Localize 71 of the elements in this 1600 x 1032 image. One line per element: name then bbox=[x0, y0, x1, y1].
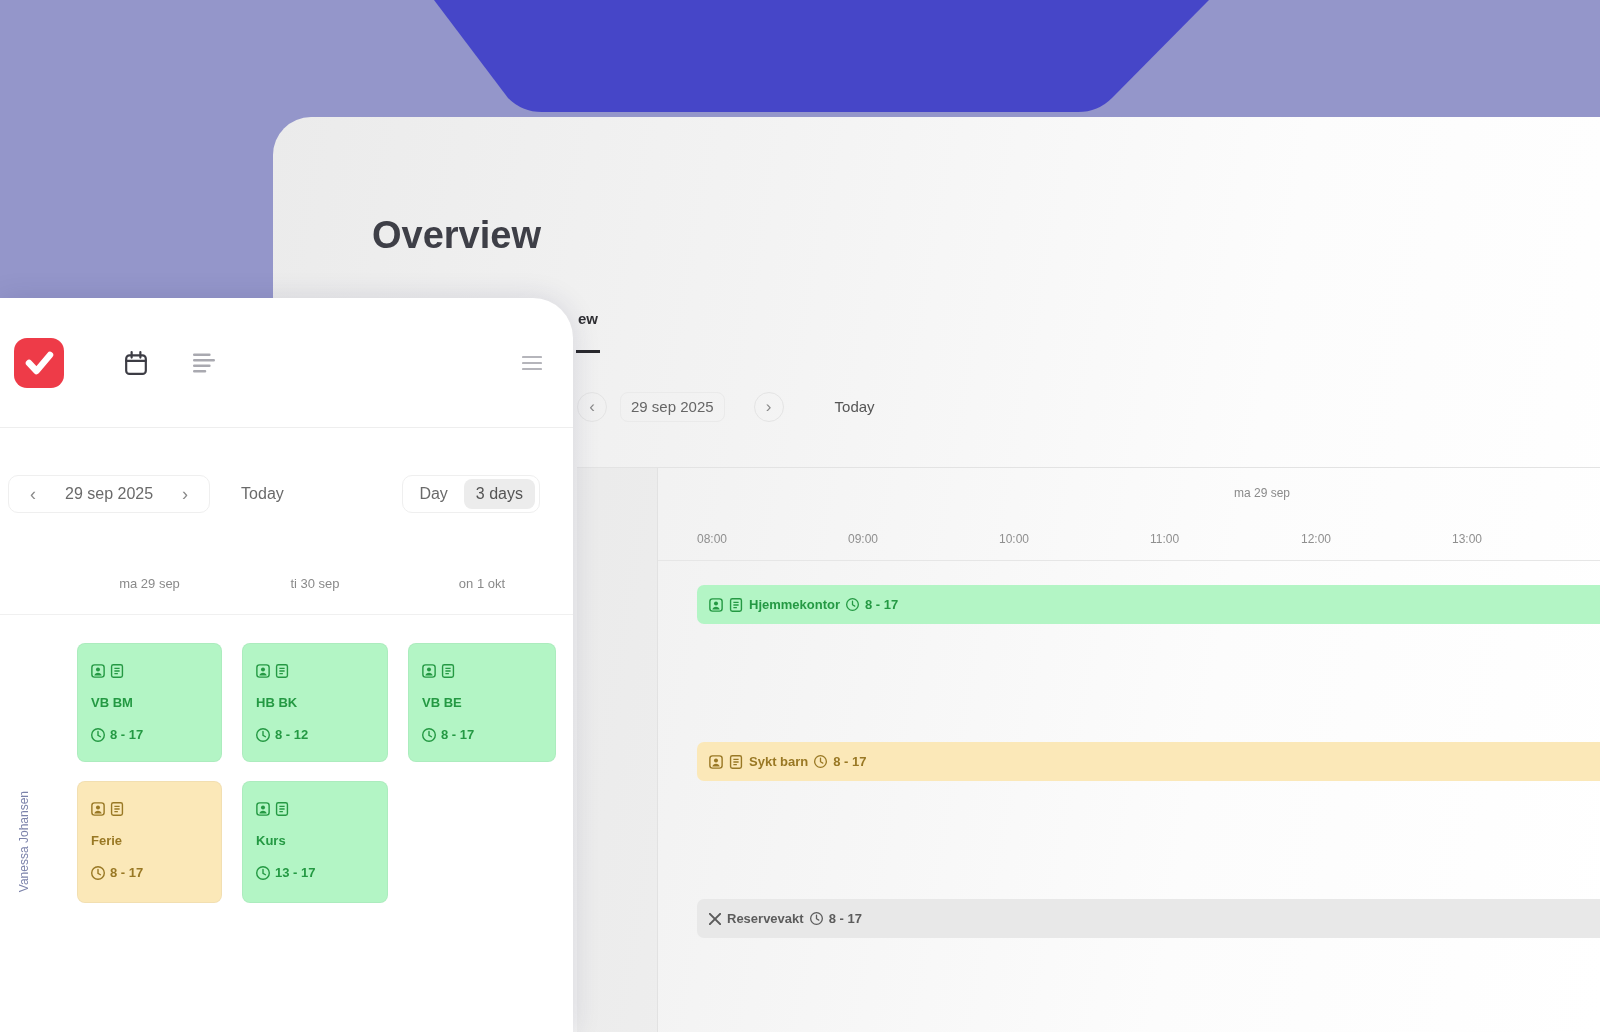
shift-card[interactable]: Kurs 13 - 17 bbox=[242, 781, 388, 903]
column-header: on 1 okt bbox=[457, 575, 507, 593]
date-button[interactable]: 29 sep 2025 bbox=[620, 392, 725, 422]
clock-icon bbox=[422, 728, 436, 742]
shift-time: 8 - 17 bbox=[110, 726, 144, 745]
shift-title: Sykt barn bbox=[749, 752, 809, 771]
shift-time: 8 - 17 bbox=[865, 595, 899, 614]
clock-icon bbox=[256, 728, 270, 742]
time-label: 08:00 bbox=[697, 531, 729, 548]
user-icon bbox=[422, 664, 436, 678]
shift-bar[interactable]: Sykt barn 8 - 17 bbox=[697, 742, 1600, 781]
shift-time: 8 - 17 bbox=[833, 752, 867, 771]
person-name: Vanessa Johansen bbox=[16, 791, 32, 893]
shift-code: Kurs bbox=[256, 832, 286, 851]
note-icon bbox=[110, 664, 124, 678]
shift-code: Ferie bbox=[91, 832, 123, 851]
clock-icon bbox=[91, 866, 105, 880]
shift-time: 13 - 17 bbox=[275, 864, 316, 883]
shift-card[interactable]: HB BK 8 - 12 bbox=[242, 643, 388, 762]
time-label: 13:00 bbox=[1452, 531, 1484, 548]
shift-bar[interactable]: Reservevakt 8 - 17 bbox=[697, 899, 1600, 938]
user-icon bbox=[709, 597, 723, 612]
shift-time: 8 - 17 bbox=[110, 864, 144, 883]
user-icon bbox=[256, 664, 270, 678]
shift-time: 8 - 17 bbox=[828, 909, 862, 928]
shift-title: Reservevakt bbox=[727, 909, 804, 928]
note-icon bbox=[729, 754, 743, 769]
shift-bar[interactable]: Hjemmekontor 8 - 17 bbox=[697, 585, 1600, 624]
check-logo-icon bbox=[14, 337, 64, 388]
date-button[interactable]: 29 sep 2025 bbox=[53, 479, 166, 509]
previous-button[interactable]: ‹ bbox=[13, 478, 53, 510]
time-label: 09:00 bbox=[848, 531, 880, 548]
shift-code: HB BK bbox=[256, 694, 298, 713]
page-title: Overview bbox=[372, 213, 541, 258]
shift-title: Hjemmekontor bbox=[749, 595, 841, 614]
shift-code: VB BM bbox=[91, 694, 133, 713]
column-header: ma 29 sep bbox=[118, 575, 181, 593]
clock-icon bbox=[256, 866, 270, 880]
today-button[interactable]: Today bbox=[826, 393, 883, 421]
view-tab[interactable]: Day bbox=[407, 479, 460, 509]
cross-icon bbox=[709, 912, 721, 925]
note-icon bbox=[729, 597, 743, 612]
next-button[interactable]: › bbox=[165, 478, 206, 510]
clock-icon bbox=[846, 598, 860, 611]
user-icon bbox=[91, 664, 105, 678]
note-icon bbox=[441, 664, 455, 678]
calendar-icon[interactable] bbox=[124, 350, 148, 375]
day-header: ma 29 sep bbox=[1232, 485, 1291, 501]
user-icon bbox=[709, 754, 723, 769]
note-icon bbox=[275, 802, 289, 816]
user-icon bbox=[91, 802, 105, 816]
time-label: 10:00 bbox=[999, 531, 1031, 548]
note-icon bbox=[110, 802, 124, 816]
view-tab[interactable]: 3 days bbox=[463, 479, 535, 509]
shift-time: 8 - 12 bbox=[275, 726, 309, 745]
clock-icon bbox=[814, 755, 828, 768]
time-label: 11:00 bbox=[1150, 531, 1181, 548]
shift-code: VB BE bbox=[422, 694, 462, 713]
user-icon bbox=[256, 802, 270, 816]
clock-icon bbox=[91, 728, 105, 742]
shift-time: 8 - 17 bbox=[441, 726, 475, 745]
time-label: 12:00 bbox=[1301, 531, 1333, 548]
menu-icon[interactable] bbox=[522, 354, 542, 371]
clock-icon bbox=[809, 912, 823, 925]
shift-card[interactable]: Ferie 8 - 17 bbox=[77, 781, 222, 903]
tab[interactable]: ew bbox=[576, 309, 600, 353]
today-button[interactable]: Today bbox=[233, 479, 292, 509]
shift-card[interactable]: VB BE 8 - 17 bbox=[408, 643, 556, 762]
shift-card[interactable]: VB BM 8 - 17 bbox=[77, 643, 222, 762]
note-icon bbox=[275, 664, 289, 678]
column-header: ti 30 sep bbox=[289, 575, 341, 593]
